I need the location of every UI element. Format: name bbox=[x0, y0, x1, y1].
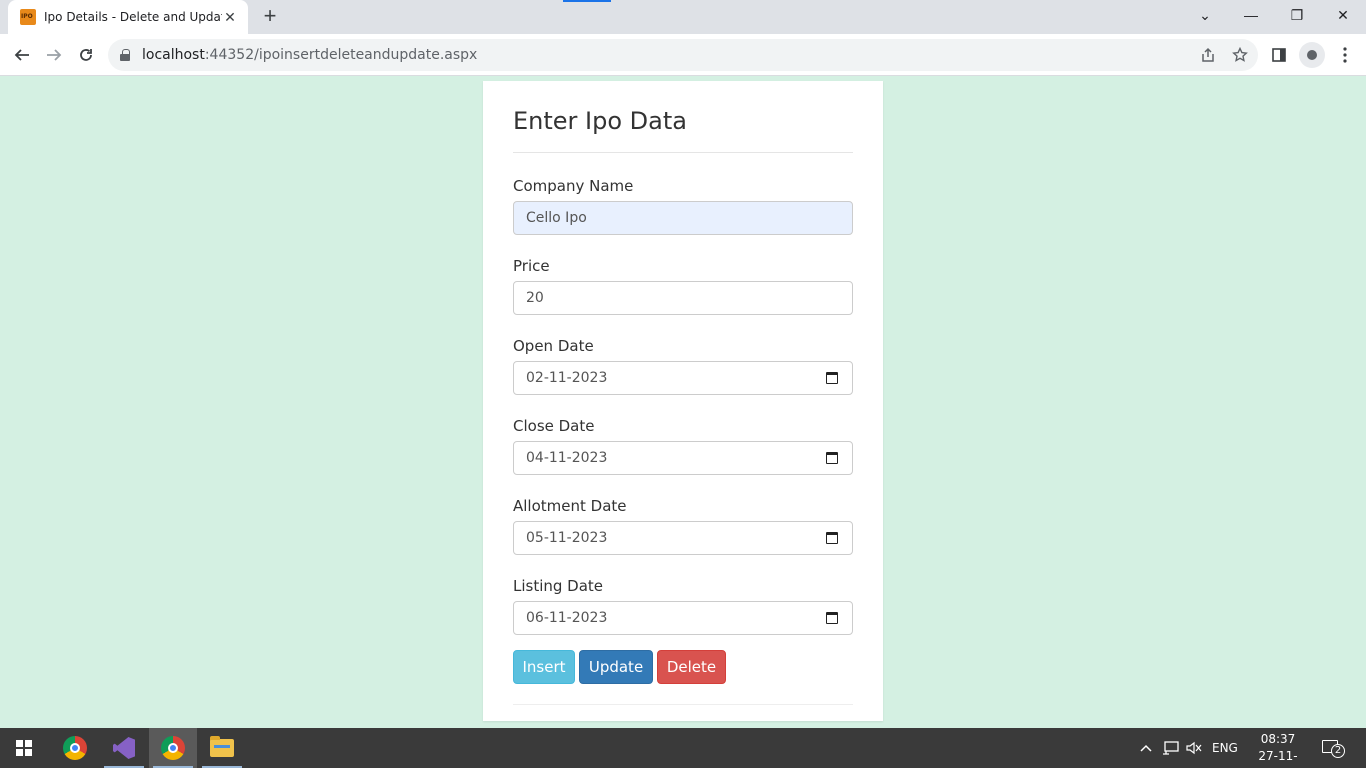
restore-button[interactable]: ❐ bbox=[1274, 0, 1320, 30]
delete-button[interactable]: Delete bbox=[657, 650, 726, 684]
calendar-icon[interactable] bbox=[826, 532, 838, 544]
browser-toolbar: localhost:44352/ipoinsertdeleteandupdate… bbox=[0, 34, 1366, 76]
visual-studio-icon bbox=[113, 737, 135, 759]
taskbar-visual-studio[interactable] bbox=[100, 728, 148, 768]
browser-tab-bar: Ipo Details - Delete and Update ✕ + ⌄ — … bbox=[0, 0, 1366, 34]
listing-date-label: Listing Date bbox=[513, 577, 604, 595]
tab-title: Ipo Details - Delete and Update bbox=[44, 10, 222, 24]
windows-taskbar: ENG 08:37 27-11-2023 2 bbox=[0, 728, 1366, 768]
chrome-icon bbox=[161, 736, 185, 760]
close-date-value: 04-11-2023 bbox=[526, 450, 608, 466]
reload-icon[interactable] bbox=[72, 41, 100, 69]
language-indicator[interactable]: ENG bbox=[1212, 728, 1238, 768]
close-window-button[interactable]: ✕ bbox=[1320, 0, 1366, 30]
new-tab-button[interactable]: + bbox=[258, 5, 282, 29]
calendar-icon[interactable] bbox=[826, 372, 838, 384]
open-date-value: 02-11-2023 bbox=[526, 370, 608, 386]
allotment-date-value: 05-11-2023 bbox=[526, 530, 608, 546]
kebab-menu-icon[interactable] bbox=[1332, 42, 1358, 68]
network-icon[interactable] bbox=[1162, 728, 1180, 768]
price-label: Price bbox=[513, 257, 550, 275]
open-date-label: Open Date bbox=[513, 337, 594, 355]
ipo-favicon-icon bbox=[20, 9, 36, 25]
update-button[interactable]: Update bbox=[579, 650, 653, 684]
chrome-icon bbox=[63, 736, 87, 760]
volume-muted-icon[interactable] bbox=[1186, 728, 1202, 768]
price-input[interactable]: 20 bbox=[513, 281, 853, 315]
allotment-date-input[interactable]: 05-11-2023 bbox=[513, 521, 853, 555]
clock-time: 08:37 bbox=[1260, 732, 1296, 746]
url-text: localhost:44352/ipoinsertdeleteandupdate… bbox=[142, 47, 478, 63]
file-explorer-icon bbox=[210, 736, 234, 757]
show-hidden-icons[interactable] bbox=[1140, 728, 1152, 768]
action-buttons: Insert Update Delete bbox=[513, 650, 853, 684]
share-icon[interactable] bbox=[1197, 44, 1219, 66]
back-arrow-icon[interactable] bbox=[8, 41, 36, 69]
forward-arrow-icon[interactable] bbox=[40, 41, 68, 69]
page-title: Enter Ipo Data bbox=[513, 107, 687, 135]
notification-count: 2 bbox=[1331, 744, 1345, 758]
star-icon[interactable] bbox=[1229, 44, 1251, 66]
profile-icon[interactable] bbox=[1299, 42, 1325, 68]
listing-date-input[interactable]: 06-11-2023 bbox=[513, 601, 853, 635]
address-bar[interactable]: localhost:44352/ipoinsertdeleteandupdate… bbox=[108, 39, 1258, 71]
windows-start-icon[interactable] bbox=[16, 740, 32, 756]
browser-tab[interactable]: Ipo Details - Delete and Update ✕ bbox=[8, 0, 248, 34]
calendar-icon[interactable] bbox=[826, 452, 838, 464]
clock-date: 27-11-2023 bbox=[1258, 749, 1298, 768]
open-date-input[interactable]: 02-11-2023 bbox=[513, 361, 853, 395]
price-value: 20 bbox=[526, 290, 544, 306]
company-name-input[interactable]: Cello Ipo bbox=[513, 201, 853, 235]
side-panel-icon[interactable] bbox=[1266, 42, 1292, 68]
lock-icon[interactable] bbox=[120, 49, 130, 61]
close-tab-icon[interactable]: ✕ bbox=[222, 9, 238, 25]
loading-indicator bbox=[563, 0, 611, 2]
close-date-label: Close Date bbox=[513, 417, 595, 435]
allotment-date-label: Allotment Date bbox=[513, 497, 627, 515]
minimize-button[interactable]: — bbox=[1228, 0, 1274, 30]
calendar-icon[interactable] bbox=[826, 612, 838, 624]
company-name-value: Cello Ipo bbox=[526, 210, 587, 226]
insert-button[interactable]: Insert bbox=[513, 650, 575, 684]
system-clock[interactable]: 08:37 27-11-2023 bbox=[1244, 731, 1312, 768]
taskbar-chrome-active[interactable] bbox=[149, 728, 197, 768]
title-divider bbox=[513, 152, 853, 153]
taskbar-file-explorer[interactable] bbox=[198, 728, 246, 768]
listing-date-value: 06-11-2023 bbox=[526, 610, 608, 626]
ipo-form-card: Enter Ipo Data Company Name Cello Ipo Pr… bbox=[483, 81, 883, 721]
notifications-icon[interactable]: 2 bbox=[1322, 738, 1345, 758]
company-name-label: Company Name bbox=[513, 177, 634, 195]
tab-search-icon[interactable]: ⌄ bbox=[1182, 0, 1228, 30]
taskbar-chrome[interactable] bbox=[51, 728, 99, 768]
close-date-input[interactable]: 04-11-2023 bbox=[513, 441, 853, 475]
bottom-divider bbox=[513, 704, 853, 705]
